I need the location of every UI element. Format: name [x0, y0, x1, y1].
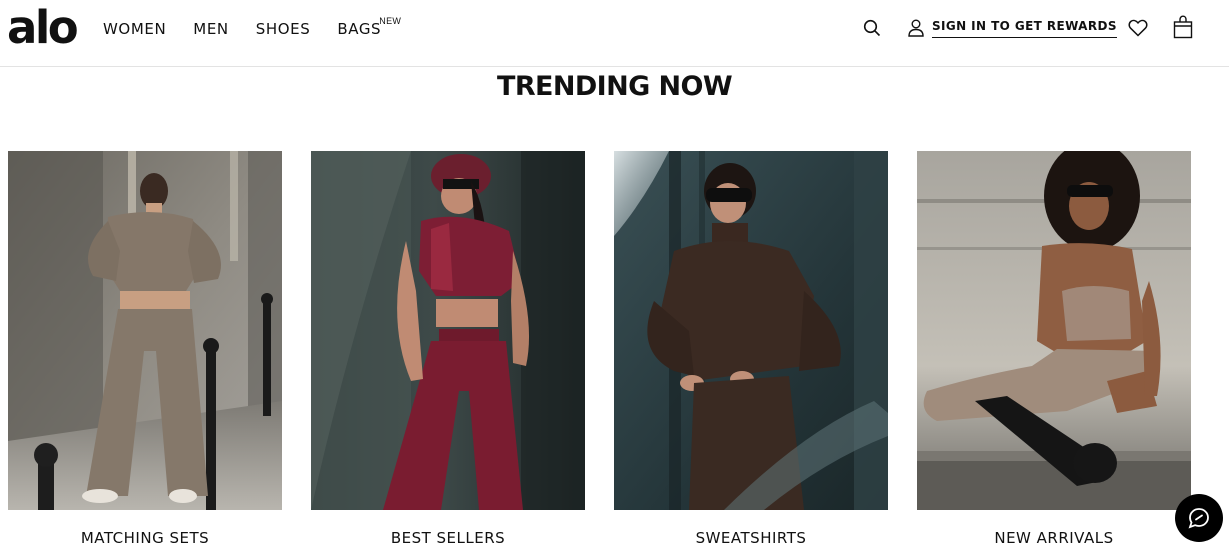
nav-label: WOMEN	[103, 20, 167, 38]
category-image-best-sellers[interactable]	[311, 151, 585, 510]
search-button[interactable]	[861, 17, 883, 39]
brand-logo[interactable]: alo	[7, 4, 79, 52]
cart-button[interactable]	[1173, 14, 1193, 40]
site-header: alo WOMEN MEN SHOES BAGS NEW SIGN IN TO …	[0, 0, 1229, 67]
nav-item-shoes[interactable]: SHOES	[256, 19, 311, 39]
section-title: TRENDING NOW	[497, 71, 733, 102]
category-image-sweatshirts[interactable]	[614, 151, 888, 510]
category-card-matching-sets[interactable]: MATCHING SETS	[8, 151, 282, 548]
chat-button[interactable]	[1175, 494, 1223, 542]
category-card-best-sellers[interactable]: BEST SELLERS	[311, 151, 585, 548]
new-badge: NEW	[379, 16, 402, 26]
shopping-bag-icon	[1173, 15, 1193, 39]
nav-item-women[interactable]: WOMEN	[103, 19, 166, 39]
search-icon	[863, 19, 881, 37]
sign-in-label: SIGN IN TO GET REWARDS	[932, 18, 1117, 38]
chat-icon	[1188, 508, 1209, 529]
nav-label: MEN	[193, 20, 229, 38]
nav-item-men[interactable]: MEN	[193, 19, 228, 39]
category-label[interactable]: SWEATSHIRTS	[614, 528, 888, 548]
category-label[interactable]: NEW ARRIVALS	[917, 528, 1191, 548]
category-card-sweatshirts[interactable]: SWEATSHIRTS	[614, 151, 888, 548]
nav-item-bags[interactable]: BAGS NEW	[337, 16, 401, 39]
category-image-new-arrivals[interactable]	[917, 151, 1191, 510]
wishlist-button[interactable]	[1127, 17, 1149, 39]
nav-label: BAGS	[337, 20, 382, 38]
heart-icon	[1128, 19, 1148, 37]
category-card-new-arrivals[interactable]: NEW ARRIVALS	[917, 151, 1191, 548]
main-nav: WOMEN MEN SHOES BAGS NEW	[103, 16, 401, 39]
category-label[interactable]: BEST SELLERS	[311, 528, 585, 548]
nav-label: SHOES	[255, 20, 311, 38]
user-icon	[908, 19, 924, 37]
category-label[interactable]: MATCHING SETS	[8, 528, 282, 548]
sign-in-link[interactable]: SIGN IN TO GET REWARDS	[908, 18, 1117, 38]
category-image-matching-sets[interactable]	[8, 151, 282, 510]
